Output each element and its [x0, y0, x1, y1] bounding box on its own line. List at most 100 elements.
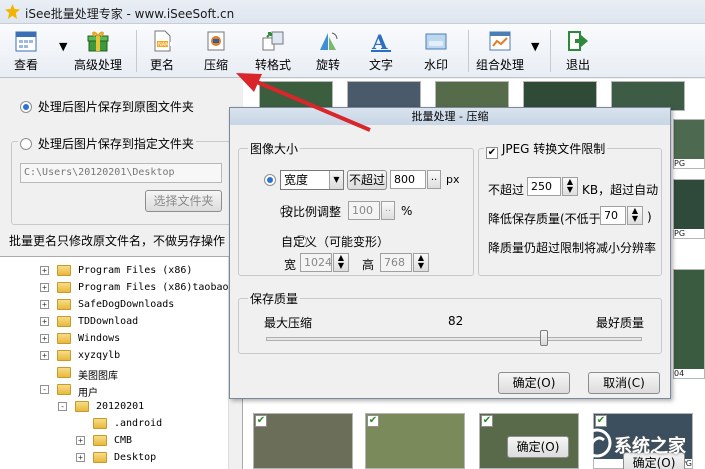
tree-item-label: 美图图库	[78, 371, 118, 382]
folder-icon	[57, 333, 71, 344]
resolution-note: 降质量仍超过限制将减小分辨率	[488, 241, 657, 255]
radio-unselected[interactable]	[20, 138, 32, 150]
size-limit-input[interactable]: 250	[527, 177, 561, 196]
choose-folder-button[interactable]: 选择文件夹	[145, 190, 222, 212]
collapse-icon[interactable]: -	[40, 385, 49, 394]
tree-item-label: SafeDogDownloads	[78, 299, 175, 310]
thumbnail[interactable]: 04	[673, 269, 705, 379]
save-specified-option[interactable]: 处理后图片保存到指定文件夹	[18, 135, 196, 152]
background-ok-button[interactable]: 确定(O)	[507, 436, 569, 458]
custom-height-input[interactable]: 768	[380, 253, 412, 272]
width-limit-more-button[interactable]: ..	[427, 170, 441, 189]
thumb-checkbox[interactable]: ✔	[481, 415, 493, 427]
expand-icon[interactable]: +	[76, 453, 85, 462]
combo-chart-icon	[489, 31, 511, 51]
thumbnail[interactable]: PG	[673, 119, 705, 169]
folder-icon	[93, 418, 107, 429]
svg-text:A: A	[371, 30, 388, 53]
svg-text:NAME: NAME	[158, 42, 173, 48]
view-button[interactable]: 查看	[4, 26, 48, 76]
px-unit: px	[446, 173, 460, 186]
combo-dropdown-arrow-icon[interactable]: ▼	[531, 40, 539, 53]
folder-icon	[57, 299, 71, 310]
thumb-label: PG	[674, 159, 704, 168]
view-dropdown-arrow-icon[interactable]: ▼	[59, 40, 67, 53]
folder-path-field[interactable]: C:\Users\20120201\Desktop	[20, 163, 222, 183]
calendar-grid-icon	[15, 31, 37, 52]
expand-icon[interactable]: +	[40, 266, 49, 275]
rotate-button[interactable]: 旋转	[308, 26, 348, 76]
folder-icon	[57, 384, 71, 395]
toolbar-label: 旋转	[315, 58, 340, 72]
toolbar-label: 水印	[423, 58, 448, 72]
image-size-title: 图像大小	[248, 140, 301, 157]
thumb-checkbox[interactable]: ✔	[367, 415, 379, 427]
radio-selected[interactable]	[20, 101, 32, 113]
checkbox-checked-icon[interactable]: ✔	[486, 147, 498, 159]
rename-button[interactable]: NAME 更名	[142, 26, 182, 76]
scale-label: 按比例调整	[281, 205, 342, 219]
exit-button[interactable]: 退出	[558, 26, 598, 76]
collapse-icon[interactable]: -	[58, 402, 67, 411]
compress-button[interactable]: 压缩	[196, 26, 236, 76]
toolbar-label: 转格式	[254, 58, 291, 72]
toolbar-label: 更名	[149, 58, 174, 72]
best-quality-label: 最好质量	[596, 316, 645, 330]
expand-icon[interactable]: +	[40, 300, 49, 309]
expand-icon[interactable]: +	[40, 334, 49, 343]
dimension-select[interactable]: 宽度 ▼	[280, 170, 344, 190]
toolbar-label: 退出	[565, 58, 590, 72]
percent-unit: %	[401, 204, 413, 218]
ok-button[interactable]: 确定(O)	[498, 372, 570, 394]
width-limit-input[interactable]: 800	[390, 170, 426, 189]
folder-icon	[57, 367, 71, 378]
toolbar-label: 查看	[13, 58, 38, 72]
text-a-icon: A	[371, 30, 391, 53]
watermark-button[interactable]: 水印	[416, 26, 456, 76]
rename-note: 批量更名只修改原文件名，不做另存操作	[9, 234, 226, 248]
tree-item-label: Windows	[78, 333, 121, 344]
expand-icon[interactable]: +	[40, 283, 49, 292]
cancel-button[interactable]: 取消(C)	[588, 372, 660, 394]
dimension-select-value: 宽度	[284, 173, 309, 187]
scale-input[interactable]: 100	[348, 201, 380, 220]
folder-icon	[93, 435, 107, 446]
custom-height-label: 高	[362, 258, 375, 272]
expand-icon[interactable]: +	[40, 317, 49, 326]
thumbnail[interactable]	[365, 413, 465, 469]
thumb-label: PG	[674, 229, 704, 238]
tree-item-label: CMB	[114, 435, 133, 446]
folder-tree: + Program Files (x86) + Program Files (x86)…	[0, 256, 243, 469]
text-button[interactable]: A 文字	[360, 26, 402, 76]
convert-format-button[interactable]: 转格式	[250, 26, 296, 76]
min-quality-input[interactable]: 70	[600, 206, 626, 225]
folder-icon	[75, 401, 89, 412]
toolbar-label: 组合处理	[475, 58, 524, 72]
scale-more-button[interactable]: ..	[381, 201, 395, 220]
size-limit-spinner[interactable]: ▲ ▼	[562, 177, 578, 196]
thumb-checkbox[interactable]: ✔	[255, 415, 267, 427]
jpeg-limit-option[interactable]: ✔ JPEG 转换文件限制	[484, 140, 608, 159]
combo-process-button[interactable]: 组合处理	[474, 26, 526, 76]
expand-icon[interactable]: +	[40, 351, 49, 360]
expand-icon[interactable]: +	[76, 436, 85, 445]
toolbar-label: 压缩	[203, 58, 228, 72]
save-original-option[interactable]: 处理后图片保存到原图文件夹	[20, 98, 194, 115]
site-watermark: 系统之家	[582, 424, 702, 464]
quality-reduce-label: 降低保存质量(不低于	[488, 212, 601, 226]
folder-icon	[57, 282, 71, 293]
tree-item-label: Desktop	[114, 452, 157, 463]
chevron-down-icon[interactable]: ▼	[329, 171, 343, 189]
custom-height-spinner[interactable]: ▲ ▼	[413, 253, 429, 272]
width-radio[interactable]	[264, 174, 276, 186]
thumbnail[interactable]: PG	[673, 179, 705, 239]
thumbnail[interactable]	[253, 413, 353, 469]
not-exceed-button[interactable]: 不超过	[347, 170, 387, 190]
advanced-button[interactable]: 高级处理	[70, 26, 126, 76]
quality-slider-track[interactable]	[266, 337, 642, 341]
compress-icon	[207, 31, 225, 51]
custom-width-input[interactable]: 1024	[300, 253, 332, 272]
quality-slider-thumb[interactable]	[540, 330, 548, 346]
custom-width-spinner[interactable]: ▲ ▼	[333, 253, 349, 272]
min-quality-spinner[interactable]: ▲ ▼	[627, 206, 643, 225]
